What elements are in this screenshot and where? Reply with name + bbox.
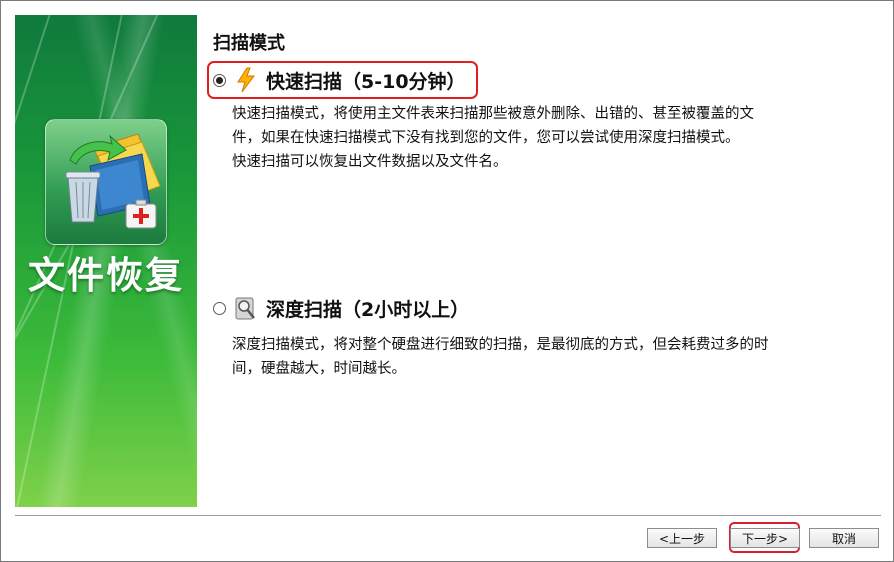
description-line: 快速扫描模式，将使用主文件表来扫描那些被意外删除、出错的、甚至被覆盖的文 (232, 106, 754, 122)
banner-title: 文件恢复 (28, 254, 184, 297)
description-line: 间，硬盘越大，时间越长。 (232, 361, 406, 377)
deep-scan-description: 深度扫描模式，将对整个硬盘进行细致的扫描，是最彻底的方式，但会耗费过多的时 间，… (232, 333, 872, 381)
description-line: 快速扫描可以恢复出文件数据以及文件名。 (232, 154, 508, 170)
cancel-button[interactable]: 取消 (809, 528, 879, 548)
quick-scan-radio[interactable] (213, 73, 226, 87)
quick-scan-label[interactable]: 快速扫描（5-10分钟） (266, 67, 466, 94)
deep-scan-radio[interactable] (213, 301, 226, 315)
section-title: 扫描模式 (213, 33, 285, 54)
disk-magnifier-icon (234, 295, 258, 321)
quick-scan-option[interactable]: 快速扫描（5-10分钟） (207, 61, 478, 99)
deep-scan-option[interactable]: 深度扫描（2小时以上） (213, 291, 469, 325)
footer-divider (15, 515, 881, 517)
next-button[interactable]: 下一步> (730, 528, 800, 548)
wizard-window: 文件恢复 扫描模式 快速扫描（5-10分钟） 快速扫描模式，将使用主文件表来扫描… (0, 0, 894, 562)
deep-scan-label[interactable]: 深度扫描（2小时以上） (266, 295, 469, 322)
description-line: 件，如果在快速扫描模式下没有找到您的文件，您可以尝试使用深度扫描模式。 (232, 130, 740, 146)
lightning-icon (234, 67, 258, 93)
description-line: 深度扫描模式，将对整个硬盘进行细致的扫描，是最彻底的方式，但会耗费过多的时 (232, 337, 769, 353)
prev-button[interactable]: <上一步 (647, 528, 717, 548)
file-recovery-icon (45, 119, 167, 245)
quick-scan-description: 快速扫描模式，将使用主文件表来扫描那些被意外删除、出错的、甚至被覆盖的文 件，如… (232, 102, 872, 174)
left-banner: 文件恢复 (15, 15, 197, 507)
